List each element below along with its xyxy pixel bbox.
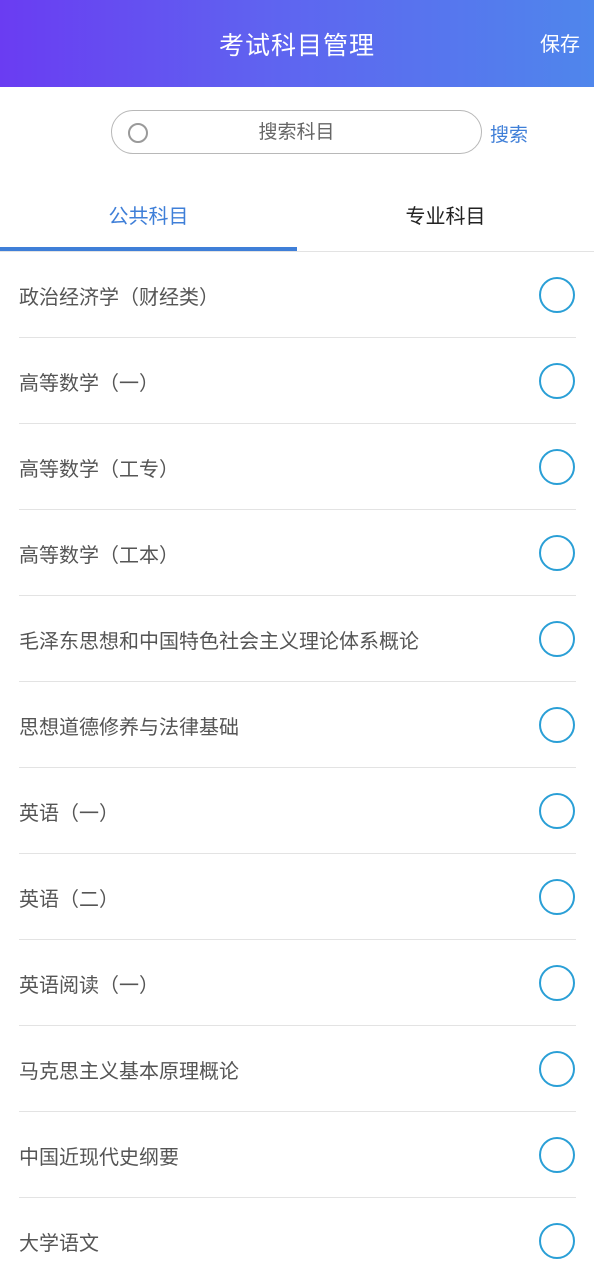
subject-label: 马克思主义基本原理概论 xyxy=(19,1058,239,1083)
radio-button[interactable] xyxy=(539,1051,575,1087)
subject-label: 高等数学（工专） xyxy=(19,456,179,481)
radio-button[interactable] xyxy=(539,535,575,571)
tab-public-subjects[interactable]: 公共科目 xyxy=(0,177,297,251)
subject-label: 英语（二） xyxy=(19,886,119,911)
save-button[interactable]: 保存 xyxy=(540,28,580,57)
subject-label: 英语阅读（一） xyxy=(19,972,159,997)
list-item[interactable]: 英语（二） xyxy=(19,854,576,940)
radio-button[interactable] xyxy=(539,707,575,743)
subject-tabs: 公共科目 专业科目 xyxy=(0,177,594,252)
radio-button[interactable] xyxy=(539,363,575,399)
radio-button[interactable] xyxy=(539,1223,575,1259)
subject-label: 中国近现代史纲要 xyxy=(19,1144,179,1169)
list-item[interactable]: 高等数学（工专） xyxy=(19,424,576,510)
subject-label: 高等数学（一） xyxy=(19,370,159,395)
active-tab-indicator xyxy=(0,247,297,251)
search-input[interactable] xyxy=(156,111,471,153)
list-item[interactable]: 高等数学（一） xyxy=(19,338,576,424)
subject-label: 毛泽东思想和中国特色社会主义理论体系概论 xyxy=(19,628,419,653)
radio-button[interactable] xyxy=(539,277,575,313)
search-icon xyxy=(128,123,148,143)
subject-list: 政治经济学（财经类） 高等数学（一） 高等数学（工专） 高等数学（工本） 毛泽东… xyxy=(0,252,594,1280)
subject-label: 思想道德修养与法律基础 xyxy=(19,714,239,739)
radio-button[interactable] xyxy=(539,621,575,657)
search-box[interactable] xyxy=(111,110,482,154)
search-button[interactable]: 搜索 xyxy=(490,120,528,147)
subject-label: 大学语文 xyxy=(19,1230,99,1255)
radio-button[interactable] xyxy=(539,965,575,1001)
subject-label: 政治经济学（财经类） xyxy=(19,284,219,309)
subject-label: 高等数学（工本） xyxy=(19,542,179,567)
list-item[interactable]: 马克思主义基本原理概论 xyxy=(19,1026,576,1112)
subject-label: 英语（一） xyxy=(19,800,119,825)
list-item[interactable]: 大学语文 xyxy=(19,1198,576,1280)
list-item[interactable]: 英语阅读（一） xyxy=(19,940,576,1026)
list-item[interactable]: 毛泽东思想和中国特色社会主义理论体系概论 xyxy=(19,596,576,682)
app-header: 考试科目管理 保存 xyxy=(0,0,594,87)
radio-button[interactable] xyxy=(539,793,575,829)
list-item[interactable]: 政治经济学（财经类） xyxy=(19,252,576,338)
list-item[interactable]: 高等数学（工本） xyxy=(19,510,576,596)
radio-button[interactable] xyxy=(539,449,575,485)
tab-major-subjects[interactable]: 专业科目 xyxy=(297,177,594,251)
radio-button[interactable] xyxy=(539,879,575,915)
list-item[interactable]: 思想道德修养与法律基础 xyxy=(19,682,576,768)
page-title: 考试科目管理 xyxy=(218,30,375,60)
search-bar: 搜索 xyxy=(0,87,594,177)
list-item[interactable]: 英语（一） xyxy=(19,768,576,854)
radio-button[interactable] xyxy=(539,1137,575,1173)
list-item[interactable]: 中国近现代史纲要 xyxy=(19,1112,576,1198)
